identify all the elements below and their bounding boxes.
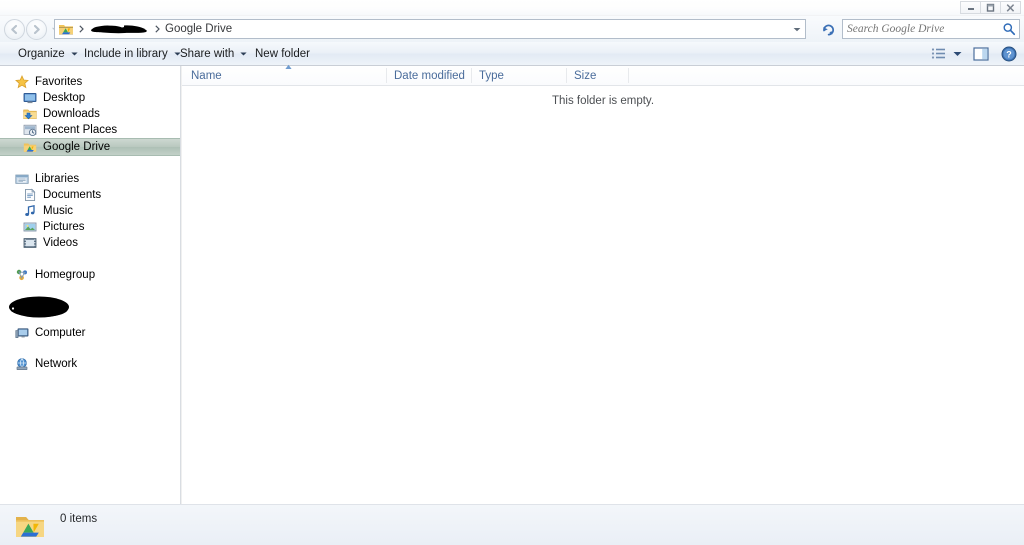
empty-folder-message: This folder is empty. bbox=[551, 95, 655, 107]
sidebar-item-desktop[interactable]: Desktop bbox=[0, 90, 180, 106]
nav-group-favorites: Favorites Desktop Downloads Recent Place… bbox=[0, 74, 180, 156]
search-input[interactable] bbox=[843, 21, 1001, 37]
sidebar-label: Network bbox=[35, 358, 78, 370]
file-list-pane[interactable]: Name Date modified Type Size This folder… bbox=[182, 64, 1024, 504]
sidebar-item-videos[interactable]: Videos bbox=[0, 235, 180, 251]
column-label: Size bbox=[574, 69, 597, 82]
sidebar-label: Libraries bbox=[35, 173, 80, 185]
minimize-button[interactable] bbox=[960, 1, 981, 14]
sidebar-item-favorites[interactable]: Favorites bbox=[0, 74, 180, 90]
share-with-label: Share with bbox=[180, 48, 235, 60]
computer-icon bbox=[14, 325, 30, 341]
address-bar-row: Google Drive bbox=[0, 16, 1024, 42]
network-icon bbox=[14, 356, 30, 372]
libraries-icon bbox=[14, 171, 30, 187]
documents-icon bbox=[22, 187, 38, 203]
sidebar-item-google-drive[interactable]: Google Drive bbox=[0, 138, 180, 156]
sidebar-label: Recent Places bbox=[43, 124, 118, 136]
google-drive-folder-icon bbox=[22, 139, 38, 155]
preview-pane-button[interactable] bbox=[972, 45, 990, 63]
column-header-type[interactable]: Type bbox=[472, 66, 567, 85]
new-folder-label: New folder bbox=[255, 48, 310, 60]
item-count-label: 0 items bbox=[60, 513, 98, 525]
forward-button[interactable] bbox=[26, 19, 47, 40]
breadcrumb-separator bbox=[75, 21, 87, 37]
downloads-icon bbox=[22, 106, 38, 122]
sidebar-item-computer[interactable]: Computer bbox=[0, 325, 180, 341]
command-toolbar: Organize Include in library Share with N… bbox=[0, 42, 1024, 66]
homegroup-icon bbox=[14, 267, 30, 283]
sidebar-item-pictures[interactable]: Pictures bbox=[0, 219, 180, 235]
help-button[interactable]: ? bbox=[1000, 45, 1018, 63]
maximize-button[interactable] bbox=[980, 1, 1001, 14]
sidebar-label: Google Drive bbox=[43, 141, 111, 153]
sidebar-item-homegroup[interactable]: Homegroup bbox=[0, 267, 180, 283]
svg-text:?: ? bbox=[1006, 50, 1012, 60]
address-bar[interactable]: Google Drive bbox=[54, 19, 806, 39]
organize-label: Organize bbox=[18, 48, 65, 60]
sidebar-label: Documents bbox=[43, 189, 102, 201]
sidebar-label: Favorites bbox=[35, 76, 83, 88]
breadcrumb-separator bbox=[151, 21, 163, 37]
refresh-button[interactable] bbox=[818, 19, 838, 39]
organize-button[interactable]: Organize bbox=[10, 44, 86, 64]
sidebar-item-music[interactable]: Music bbox=[0, 203, 180, 219]
navigation-buttons bbox=[4, 19, 61, 40]
sidebar-label: Music bbox=[43, 205, 74, 217]
column-header-size[interactable]: Size bbox=[567, 66, 630, 85]
search-box[interactable] bbox=[842, 19, 1020, 39]
sidebar-item-downloads[interactable]: Downloads bbox=[0, 106, 180, 122]
sidebar-item-documents[interactable]: Documents bbox=[0, 187, 180, 203]
view-options-caret[interactable] bbox=[950, 45, 964, 63]
close-button[interactable] bbox=[1000, 1, 1021, 14]
column-label: Name bbox=[191, 69, 222, 82]
google-drive-folder-icon[interactable] bbox=[58, 21, 74, 37]
navigation-pane[interactable]: Favorites Desktop Downloads Recent Place… bbox=[0, 66, 181, 504]
sidebar-label: Downloads bbox=[43, 108, 100, 120]
desktop-icon bbox=[22, 90, 38, 106]
sidebar-label: Homegroup bbox=[35, 269, 96, 281]
include-in-library-label: Include in library bbox=[84, 48, 168, 60]
star-icon bbox=[14, 74, 30, 90]
column-label: Date modified bbox=[394, 69, 465, 82]
pictures-icon bbox=[22, 219, 38, 235]
sort-ascending-icon bbox=[284, 64, 293, 70]
sidebar-item-redacted[interactable] bbox=[0, 293, 180, 319]
change-view-button[interactable] bbox=[930, 45, 948, 63]
sidebar-item-libraries[interactable]: Libraries bbox=[0, 171, 180, 187]
column-label: Type bbox=[479, 69, 504, 82]
sidebar-item-network[interactable]: Network bbox=[0, 356, 180, 372]
back-button[interactable] bbox=[4, 19, 25, 40]
recent-places-icon bbox=[22, 122, 38, 138]
title-bar bbox=[0, 0, 1024, 16]
videos-icon bbox=[22, 235, 38, 251]
breadcrumb-redacted-segment[interactable] bbox=[88, 23, 150, 36]
explorer-window: Google Drive Search Google Drive Organiz… bbox=[0, 0, 1024, 545]
sidebar-label: Videos bbox=[43, 237, 78, 249]
new-folder-button[interactable]: New folder bbox=[247, 44, 318, 64]
breadcrumb-current[interactable]: Google Drive bbox=[163, 23, 234, 35]
google-drive-folder-icon bbox=[14, 510, 46, 542]
share-with-button[interactable]: Share with bbox=[172, 44, 255, 64]
nav-group-libraries: Libraries Documents Music Pictures Video… bbox=[0, 171, 180, 251]
sidebar-label: Pictures bbox=[43, 221, 85, 233]
column-header-date-modified[interactable]: Date modified bbox=[387, 66, 472, 85]
sidebar-label: Desktop bbox=[43, 92, 86, 104]
sidebar-item-recent-places[interactable]: Recent Places bbox=[0, 122, 180, 138]
music-icon bbox=[22, 203, 38, 219]
column-divider[interactable] bbox=[628, 68, 629, 83]
status-bar: 0 items bbox=[0, 504, 1024, 545]
sidebar-label: Computer bbox=[35, 327, 86, 339]
window-controls bbox=[960, 1, 1021, 14]
column-header-row: Name Date modified Type Size bbox=[182, 64, 1024, 86]
redaction-blob bbox=[8, 295, 70, 319]
address-dropdown-icon[interactable] bbox=[789, 21, 804, 37]
search-icon[interactable] bbox=[1002, 22, 1016, 36]
